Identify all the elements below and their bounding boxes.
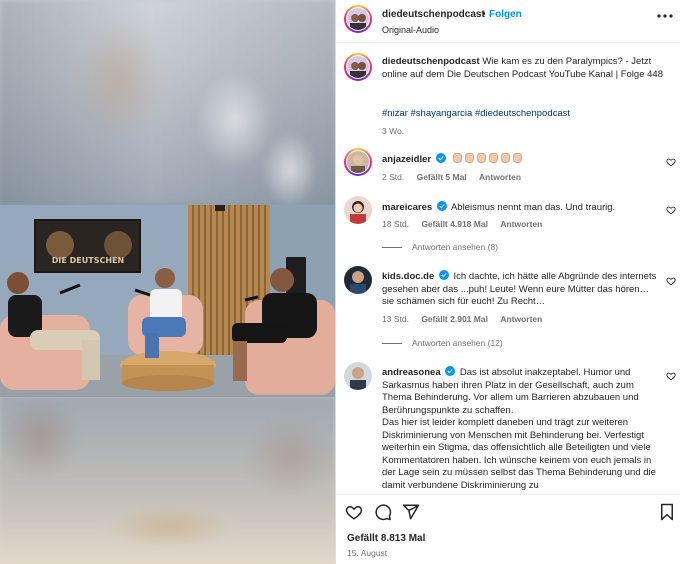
verified-badge-icon (445, 366, 456, 376)
author-avatar[interactable] (344, 5, 372, 33)
comment-username[interactable]: anjazeidler (382, 154, 431, 165)
comment-meta: 2 Std. Gefällt 5 Mal Antworten (382, 172, 531, 182)
heart-icon[interactable] (345, 503, 363, 521)
heart-icon[interactable] (666, 157, 676, 167)
blurred-background-top (0, 0, 335, 205)
comment-age: 18 Std. (382, 219, 409, 229)
post-media[interactable]: DIE DEUTSCHEN (0, 0, 335, 564)
header-divider (336, 42, 680, 43)
view-replies-button[interactable]: Antworten ansehen (8) (382, 242, 498, 252)
comment-icon[interactable] (374, 503, 392, 521)
caption-username[interactable]: diedeutschenpodcast (382, 56, 480, 67)
caption-avatar[interactable] (344, 53, 372, 81)
comment-likes[interactable]: Gefällt 5 Mal (417, 172, 467, 182)
comment-likes[interactable]: Gefällt 4.918 Mal (421, 219, 488, 229)
reply-button[interactable]: Antworten (500, 219, 542, 229)
comment-age: 2 Std. (382, 172, 405, 182)
view-replies-button[interactable]: Antworten ansehen (12) (382, 338, 503, 348)
comment-kids-doc-de: kids.doc.de Ich dachte, ich hätte alle A… (382, 270, 662, 309)
caption-age: 3 Wo. (382, 126, 405, 136)
poster-text: DIE DEUTSCHEN (52, 256, 124, 265)
heart-icon[interactable] (666, 371, 676, 381)
verified-badge-icon (436, 201, 447, 211)
verified-badge-icon (438, 270, 449, 280)
replies-line (382, 246, 402, 248)
view-replies-label[interactable]: Antworten ansehen (8) (412, 242, 498, 252)
author-username[interactable]: diedeutschenpodcast (382, 9, 485, 20)
caption-hashtags[interactable]: #nizar #shayangarcia #diedeutschenpodcas… (382, 108, 570, 119)
clapping-hands-icon (450, 153, 523, 165)
comment-meta: 18 Std. Gefällt 4.918 Mal Antworten (382, 219, 552, 229)
comment-username[interactable]: mareicares (382, 202, 432, 213)
reply-button[interactable]: Antworten (479, 172, 521, 182)
comment-username[interactable]: andreasonea (382, 367, 441, 378)
follow-button[interactable]: Folgen (489, 9, 522, 20)
comment-meta: 13 Std. Gefällt 2.901 Mal Antworten (382, 314, 552, 324)
bookmark-icon[interactable] (658, 503, 676, 521)
comment-avatar-mareicares[interactable] (344, 196, 372, 224)
verified-badge-icon (435, 153, 446, 163)
view-replies-label[interactable]: Antworten ansehen (12) (412, 338, 503, 348)
blurred-background-bottom (0, 397, 335, 564)
original-audio-link[interactable]: Original-Audio (382, 25, 439, 35)
comment-avatar-kids-doc-de[interactable] (344, 266, 372, 294)
comment-age: 13 Std. (382, 314, 409, 324)
post-likes[interactable]: Gefällt 8.813 Mal (347, 533, 425, 544)
comment-username[interactable]: kids.doc.de (382, 271, 434, 282)
post-actions: Gefällt 8.813 Mal 15. August (336, 494, 680, 564)
video-player[interactable]: DIE DEUTSCHEN (0, 205, 335, 397)
heart-icon[interactable] (666, 276, 676, 286)
comment-anjazeidler: anjazeidler (382, 153, 523, 167)
heart-icon[interactable] (666, 205, 676, 215)
comment-text-continued: Das hier ist leider komplett daneben und… (382, 417, 656, 491)
header-separator: • (482, 9, 486, 20)
comment-andreasonea: andreasonea Das ist absolut inakzeptabel… (382, 366, 664, 492)
share-icon[interactable] (402, 503, 420, 521)
post-panel: diedeutschenpodcast • Folgen Original-Au… (335, 0, 680, 564)
replies-line (382, 342, 402, 344)
video-frame-image: DIE DEUTSCHEN (0, 205, 335, 397)
comment-avatar-andreasonea[interactable] (344, 362, 372, 390)
comment-likes[interactable]: Gefällt 2.901 Mal (421, 314, 488, 324)
comment-avatar-anjazeidler[interactable] (344, 148, 372, 176)
post-date: 15. August (347, 548, 388, 558)
reply-button[interactable]: Antworten (500, 314, 542, 324)
comment-text: Ableismus nennt man das. Und traurig. (450, 202, 616, 213)
caption: diedeutschenpodcast Wie kam es zu den Pa… (382, 56, 672, 81)
more-horizontal-icon[interactable] (657, 14, 673, 18)
comment-mareicares: mareicares Ableismus nennt man das. Und … (382, 201, 662, 215)
